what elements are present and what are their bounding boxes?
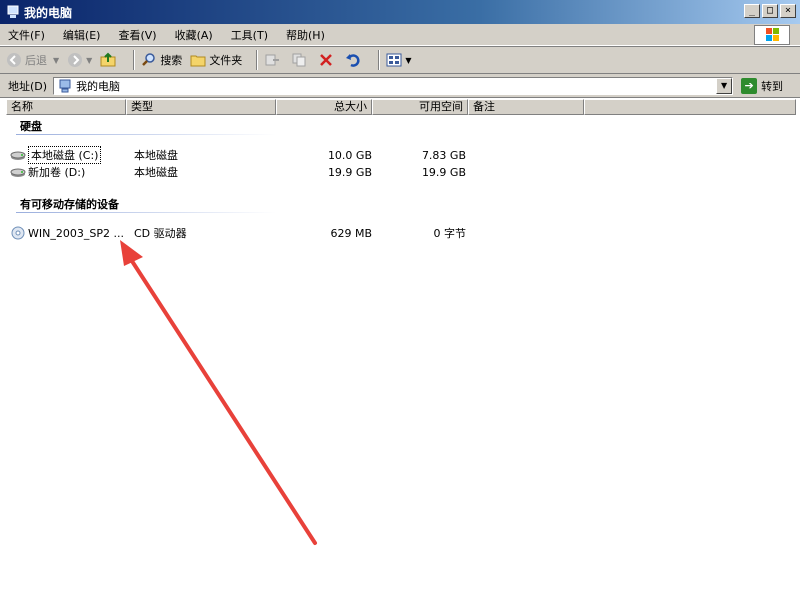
item-free-space: 7.83 GB: [421, 148, 466, 162]
address-value: 我的电脑: [76, 79, 121, 93]
my-computer-icon: [59, 79, 71, 92]
search-icon: [142, 53, 156, 66]
address-dropdown-button[interactable]: ▼: [716, 77, 733, 94]
column-header-row: 名称 类型 总大小 可用空间 备注: [6, 99, 796, 115]
toolbar: 后退 ▼ ▼ 搜索 文件夹 ▼: [0, 46, 800, 74]
column-comment[interactable]: 备注: [468, 99, 584, 115]
search-button[interactable]: 搜索: [141, 52, 182, 68]
item-total-size: 19.9 GB: [327, 165, 372, 179]
views-button[interactable]: ▼: [386, 52, 411, 68]
views-grid-icon: [386, 53, 402, 67]
chevron-down-icon: ▼: [720, 80, 728, 90]
item-name: WIN_2003_SP2 ...: [28, 226, 124, 240]
cd-drive-icon: [11, 226, 25, 240]
column-filler: [584, 99, 796, 115]
hard-drive-icon: [10, 151, 26, 160]
list-item[interactable]: 新加卷 (D:) 本地磁盘 19.9 GB 19.9 GB: [10, 164, 480, 180]
copy-to-button[interactable]: [291, 52, 310, 68]
delete-x-icon: [320, 54, 333, 66]
list-item[interactable]: 本地磁盘 (C:) 本地磁盘 10.0 GB 7.83 GB: [10, 146, 480, 164]
menu-view[interactable]: 查看(V): [118, 27, 156, 43]
undo-button[interactable]: [345, 52, 364, 68]
item-free-space: 0 字节: [433, 227, 467, 240]
menu-help[interactable]: 帮助(H): [286, 27, 325, 43]
column-free-space[interactable]: 可用空间: [372, 99, 468, 115]
window-title: 我的电脑: [24, 5, 73, 20]
file-list: 硬盘 本地磁盘 (C:) 本地磁盘 10.0 GB 7.83 GB 新加卷 (D…: [6, 115, 796, 600]
go-arrow-icon: ➔: [741, 77, 758, 94]
copy-to-icon: [292, 53, 306, 67]
title-bar: 我的电脑 _ □ ×: [0, 0, 800, 24]
windows-logo-icon: [754, 25, 790, 45]
folders-button[interactable]: 文件夹: [190, 52, 242, 68]
group-title-removable-storage: 有可移动存储的设备: [20, 198, 119, 211]
menu-edit[interactable]: 编辑(E): [63, 27, 101, 43]
item-type: 本地磁盘: [134, 166, 178, 179]
item-free-space: 19.9 GB: [421, 165, 466, 179]
move-to-icon: [265, 54, 280, 66]
forward-arrow-icon: [68, 53, 83, 67]
item-total-size: 629 MB: [330, 226, 372, 240]
toolbar-separator: [256, 50, 259, 70]
chevron-down-icon: ▼: [405, 55, 412, 65]
group-divider: [16, 212, 276, 213]
hard-drive-icon: [10, 168, 26, 177]
menu-favorites[interactable]: 收藏(A): [175, 27, 213, 43]
up-folder-button[interactable]: [100, 52, 119, 68]
menu-file[interactable]: 文件(F): [8, 27, 45, 43]
folder-up-icon: [100, 52, 116, 67]
folder-icon: [190, 55, 206, 67]
menu-bar: 文件(F) 编辑(E) 查看(V) 收藏(A) 工具(T) 帮助(H): [0, 24, 800, 46]
forward-button[interactable]: ▼: [67, 52, 92, 68]
minimize-button[interactable]: _: [744, 4, 760, 18]
item-name: 新加卷 (D:): [28, 166, 86, 179]
address-label: 地址(D): [8, 79, 48, 93]
item-total-size: 10.0 GB: [327, 148, 372, 162]
column-type[interactable]: 类型: [126, 99, 276, 115]
delete-button[interactable]: [318, 52, 337, 68]
my-computer-icon: [7, 5, 19, 18]
undo-icon: [346, 54, 360, 67]
column-total-size[interactable]: 总大小: [276, 99, 372, 115]
address-input[interactable]: 我的电脑 ▼: [53, 76, 734, 95]
list-item[interactable]: WIN_2003_SP2 ... CD 驱动器 629 MB 0 字节: [10, 225, 480, 241]
item-type: CD 驱动器: [134, 227, 187, 240]
go-button[interactable]: ➔ 转到: [741, 77, 783, 94]
chevron-down-icon: ▼: [86, 55, 93, 65]
address-bar: 地址(D) 我的电脑 ▼ ➔ 转到: [0, 74, 800, 98]
move-to-button[interactable]: [264, 52, 283, 68]
column-name[interactable]: 名称: [6, 99, 126, 115]
item-type: 本地磁盘: [134, 149, 178, 162]
close-button[interactable]: ×: [780, 4, 796, 18]
maximize-button[interactable]: □: [762, 4, 778, 18]
back-arrow-icon: [7, 53, 21, 67]
chevron-down-icon: ▼: [53, 55, 60, 65]
toolbar-separator: [133, 50, 136, 70]
group-title-hard-disks: 硬盘: [20, 120, 42, 133]
menu-tools[interactable]: 工具(T): [231, 27, 268, 43]
back-button[interactable]: 后退 ▼: [6, 52, 59, 68]
item-name: 本地磁盘 (C:): [28, 146, 102, 164]
group-divider: [16, 134, 276, 135]
toolbar-separator: [378, 50, 381, 70]
